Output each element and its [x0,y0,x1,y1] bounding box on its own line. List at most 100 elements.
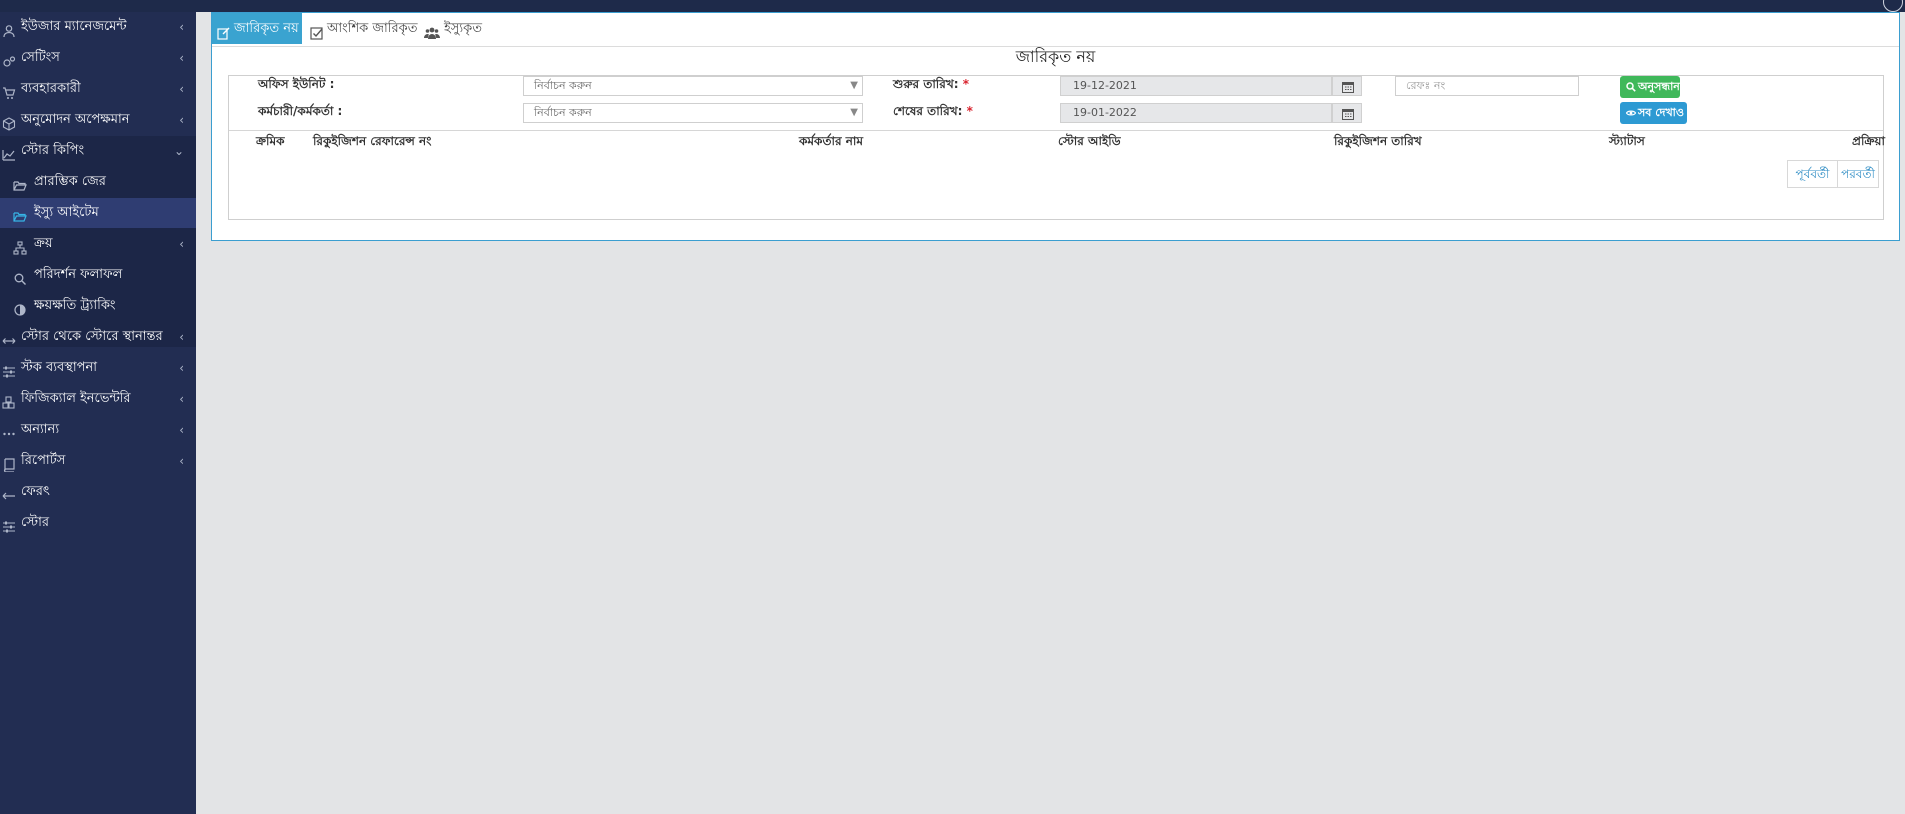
sidebar-item-label: স্টোর থেকে স্টোরে স্থানান্তর [21,329,163,344]
book-icon [2,454,16,473]
cube-icon [2,113,16,131]
chevron-left-icon: ‹ [179,82,184,96]
tab-label: ইস্যুকৃত [444,21,482,36]
filter-panel: অফিস ইউনিট : নির্বাচন করুন ▼ কর্মচারী/কর… [228,75,1885,220]
cubes-icon [2,392,16,409]
reference-number-input[interactable]: রেফঃ নং [1395,76,1579,96]
arrow-left-icon [2,485,16,500]
employee-selected: নির্বাচন করুন [534,106,592,119]
sidebar-item-user-management[interactable]: ইউজার ম্যানেজমেন্ট ‹ [0,12,196,42]
gears-icon [2,51,16,67]
sidebar-item-physical-inventory[interactable]: ফিজিক্যাল ইনভেন্টরি ‹ [0,384,196,414]
check-square-icon [310,21,324,40]
start-date-calendar-button[interactable] [1332,76,1362,96]
previous-page-button[interactable]: পূর্ববর্তী [1787,160,1838,188]
sidebar-item-label: ক্রয় [34,236,53,251]
chevron-left-icon: ‹ [179,423,184,437]
office-unit-selected: নির্বাচন করুন [534,79,592,92]
user-icon [2,20,16,38]
sliders-icon [2,516,16,533]
end-date-input[interactable]: 19-01-2022 [1060,103,1332,123]
sidebar-item-label: রিপোর্টস [21,453,66,468]
sidebar-item-pending-approval[interactable]: অনুমোদন অপেক্ষমান ‹ [0,105,196,135]
tab-not-issued[interactable]: জারিকৃত নয় [212,13,302,44]
chevron-left-icon: ‹ [179,237,184,251]
column-header-officer-name: কর্মকর্তার নাম [799,134,864,148]
end-date-label: শেষের তারিখ: * [893,103,973,123]
sidebar-item-others[interactable]: অন্যান্য ‹ [0,415,196,445]
column-header-requisition-ref: রিকুইজিশন রেফারেন্স নং [313,134,432,148]
chevron-left-icon: ‹ [179,454,184,468]
show-all-button-label: সব দেখাও [1638,106,1684,119]
search-button-label: অনুসন্ধান [1638,80,1680,93]
show-all-button[interactable]: সব দেখাও [1620,102,1687,124]
calendar-icon [1342,109,1354,120]
sidebar-item-label: স্টোর কিপিং [21,143,85,158]
cart-icon [2,82,16,99]
sidebar-item-opening-balance[interactable]: প্রারম্ভিক জের [0,167,196,197]
sidebar-item-settings[interactable]: সেটিংস ‹ [0,43,196,73]
tab-label: জারিকৃত নয় [234,21,299,36]
users-icon [424,21,440,39]
chevron-left-icon: ‹ [179,392,184,406]
folder-open-icon [13,175,27,191]
tab-partially-issued[interactable]: আংশিক জারিকৃত [308,13,418,44]
sidebar-item-store[interactable]: স্টোর [0,508,196,538]
sidebar-item-inspection-result[interactable]: পরিদর্শন ফলাফল [0,260,196,290]
sidebar-item-damage-tracking[interactable]: ক্ষয়ক্ষতি ট্র্যাকিং [0,291,196,321]
sidebar-item-return[interactable]: ফেরৎ [0,477,196,507]
search-button[interactable]: অনুসন্ধান [1620,76,1680,98]
start-date-label-text: শুরুর তারিখ: [893,77,959,91]
required-mark: * [966,104,973,118]
sidebar-item-reports[interactable]: রিপোর্টস ‹ [0,446,196,476]
end-date-label-text: শেষের তারিখ: [893,104,963,118]
sliders-icon [2,361,16,378]
tab-bar: জারিকৃত নয় আংশিক জারিকৃত ইস্যুকৃত [212,13,1899,47]
chevron-left-icon: ‹ [179,20,184,34]
chevron-left-icon: ‹ [179,113,184,127]
search-icon [13,268,27,285]
line-chart-icon [2,144,16,161]
page-title: জারিকৃত নয় [1015,47,1096,66]
chevron-left-icon: ‹ [179,51,184,65]
sidebar-item-label: অনুমোদন অপেক্ষমান [21,112,130,127]
office-unit-select[interactable]: নির্বাচন করুন ▼ [523,76,863,96]
sidebar-item-label: ফিজিক্যাল ইনভেন্টরি [21,391,131,406]
issue-item-card: জারিকৃত নয় আংশিক জারিকৃত ইস্যুকৃত জারিক… [211,12,1900,241]
sidebar-item-users[interactable]: ব্যবহারকারী ‹ [0,74,196,104]
end-date-calendar-button[interactable] [1332,103,1362,123]
chevron-left-icon: ‹ [179,361,184,375]
employee-select[interactable]: নির্বাচন করুন ▼ [523,103,863,123]
user-avatar[interactable] [1883,0,1903,12]
sidebar-item-label: ইস্যু আইটেম [34,205,99,220]
next-page-button[interactable]: পরবর্তী [1837,160,1879,188]
sidebar: ইউজার ম্যানেজমেন্ট ‹ সেটিংস ‹ ব্যবহারকার… [0,12,196,814]
sidebar-item-label: ফেরৎ [21,484,50,499]
search-icon [1626,82,1636,92]
sidebar-item-store-keeping[interactable]: স্টোর কিপিং ⌄ [0,136,196,166]
start-date-label: শুরুর তারিখ: * [893,76,969,96]
folder-open-icon [13,206,27,222]
start-date-input[interactable]: 19-12-2021 [1060,76,1332,96]
top-navbar [0,0,1905,12]
eye-icon [1626,110,1636,116]
sidebar-item-label: স্টক ব্যবস্থাপনা [21,360,97,375]
sidebar-item-label: অন্যান্য [21,422,60,437]
sidebar-item-purchase[interactable]: ক্রয় ‹ [0,229,196,259]
sidebar-item-label: পরিদর্শন ফলাফল [34,267,123,282]
sidebar-item-label: সেটিংস [21,50,60,65]
sidebar-item-store-transfer[interactable]: স্টোর থেকে স্টোরে স্থানান্তর ‹ [0,322,196,352]
required-mark: * [962,77,969,91]
arrows-h-icon [2,330,16,344]
column-header-status: স্ট্যাটাস [1609,134,1645,148]
sidebar-item-stock-management[interactable]: স্টক ব্যবস্থাপনা ‹ [0,353,196,383]
sidebar-item-issue-item[interactable]: ইস্যু আইটেম [0,198,196,228]
caret-down-icon: ▼ [850,107,858,118]
sidebar-item-label: ক্ষয়ক্ষতি ট্র্যাকিং [34,298,116,313]
chevron-down-icon: ⌄ [173,144,184,158]
caret-down-icon: ▼ [850,80,858,91]
tab-issued[interactable]: ইস্যুকৃত [422,13,488,44]
adjust-icon [13,299,27,316]
chevron-left-icon: ‹ [179,330,184,344]
table-header-divider [229,130,1883,131]
